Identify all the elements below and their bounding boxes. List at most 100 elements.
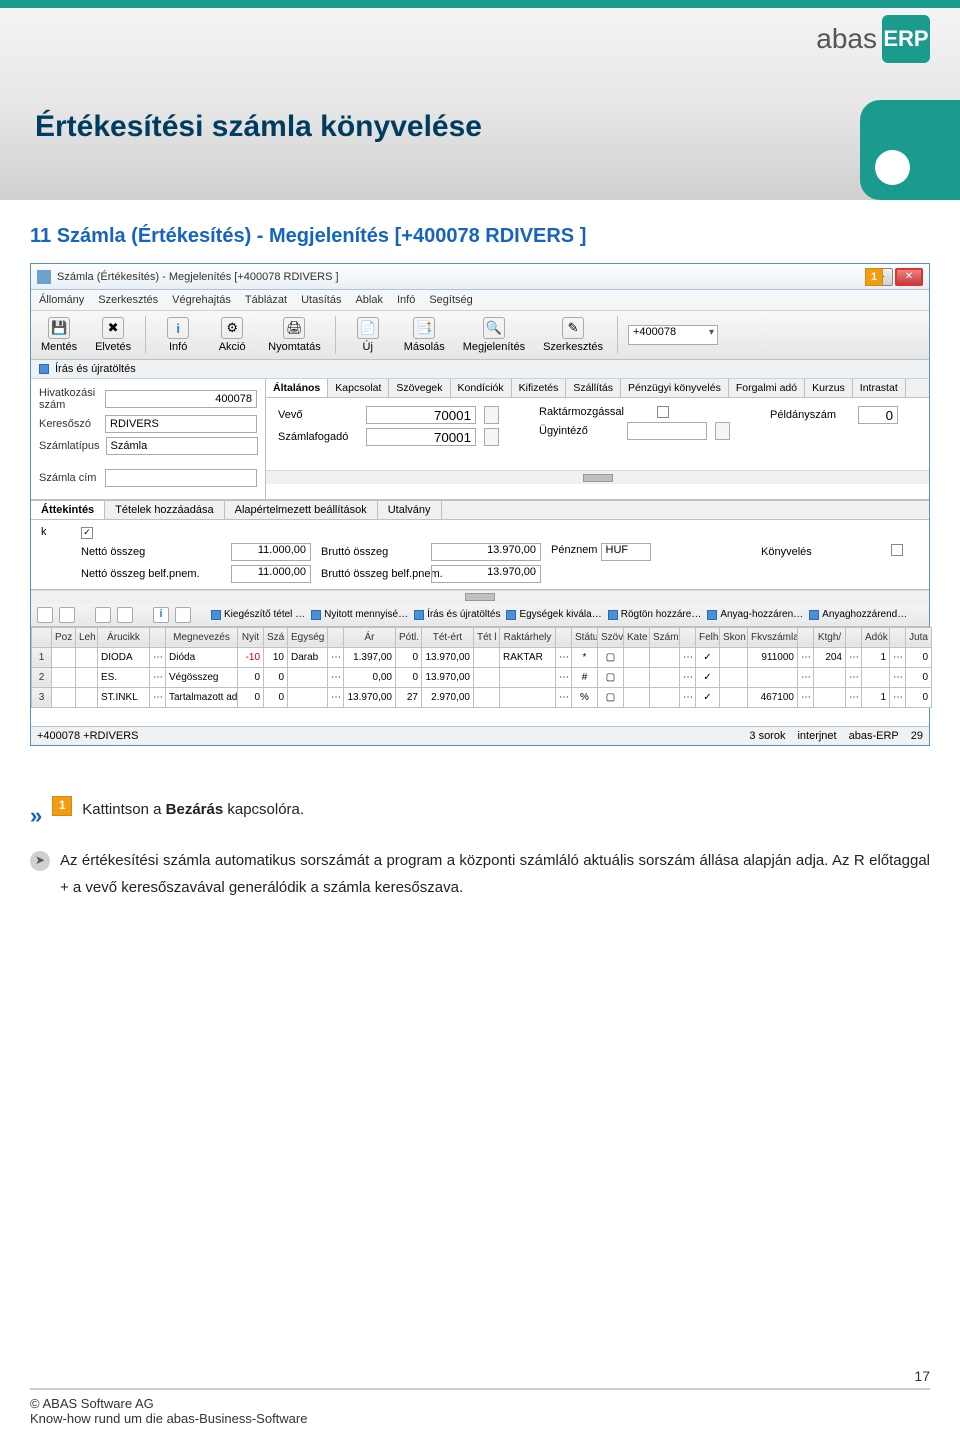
titlebar: Számla (Értékesítés) - Megjelenítés [+40… [31,264,929,290]
discard-icon: ✖ [102,317,124,339]
tab-payment[interactable]: Kifizetés [512,379,567,397]
menu-item[interactable]: Végrehajtás [172,294,231,306]
menu-item[interactable]: Infó [397,294,415,306]
summary-panel: k ✓ Nettó összeg 11.000,00 Bruttó összeg… [31,520,929,590]
tb-action[interactable]: Kiegészítő tétel … [211,609,305,620]
lookup-icon[interactable] [484,428,499,446]
status-num: 29 [911,730,923,742]
close-button[interactable]: ✕ [895,268,923,286]
tb-icon[interactable]: i [153,607,169,623]
tab-contact[interactable]: Kapcsolat [328,379,389,397]
menu-item[interactable]: Utasítás [301,294,341,306]
ugyintezo-input[interactable] [627,422,707,440]
ref-no-input[interactable] [105,390,257,408]
hscrollbar[interactable] [266,470,929,484]
penznem-value: HUF [601,543,651,561]
new-icon: 📄 [357,317,379,339]
netto-label: Nettó összeg [81,546,221,558]
menu-item[interactable]: Állomány [39,294,84,306]
szamlafogado-input[interactable] [366,428,476,446]
menu-item[interactable]: Segítség [429,294,472,306]
menu-item[interactable]: Szerkesztés [98,294,158,306]
copy-button[interactable]: 📑Másolás [400,315,449,355]
menubar: Állomány Szerkesztés Végrehajtás Tábláza… [31,290,929,311]
hscrollbar[interactable] [31,590,929,604]
tab-intrastat[interactable]: Intrastat [853,379,906,397]
tab-voucher[interactable]: Utalvány [378,501,442,519]
gear-icon: ⚙ [221,317,243,339]
side-logo [860,100,960,200]
tab-texts[interactable]: Szövegek [389,379,450,397]
lookup-input[interactable]: +400078 [628,325,718,345]
footer-tagline: Know-how rund um die abas-Business-Softw… [30,1411,930,1426]
tab-conditions[interactable]: Kondíciók [451,379,512,397]
type-label: Számlatípus [39,440,100,452]
search-input[interactable] [105,415,257,433]
tab-delivery[interactable]: Szállítás [566,379,621,397]
tb-action[interactable]: Nyitott mennyisé… [311,609,408,620]
type-input[interactable] [106,437,258,455]
footer: 17 © ABAS Software AG Know-how rund um d… [30,1388,930,1426]
tab-add-items[interactable]: Tételek hozzáadása [105,501,224,519]
raktar-checkbox[interactable] [657,406,669,418]
vevo-label: Vevő [278,409,358,421]
menu-item[interactable]: Ablak [355,294,383,306]
new-button[interactable]: 📄Új [346,315,390,355]
items-grid: PozLehÁrucikk MegnevezésNyitSzáEgység Ár… [31,627,932,708]
inner-tabstrip: Általános Kapcsolat Szövegek Kondíciók K… [266,379,929,398]
tb-action[interactable]: Írás és újratöltés [414,609,500,620]
tb-action[interactable]: Rögtön hozzáre… [608,609,702,620]
tb-icon[interactable] [37,607,53,623]
tb-icon[interactable] [59,607,75,623]
print-icon: 🖨 [283,317,305,339]
callout-marker-1: 1 [865,268,883,286]
right-form-panel: Általános Kapcsolat Szövegek Kondíciók K… [266,379,929,499]
invoice-title-label: Számla cím [39,472,99,484]
info-button[interactable]: iInfó [156,315,200,355]
callout-ref-1: 1 [52,796,72,816]
subbar-label[interactable]: Írás és újratöltés [55,363,136,375]
ref-no-label: Hivatkozási szám [39,387,99,411]
lookup-icon[interactable] [715,422,730,440]
netto-value: 11.000,00 [231,543,311,561]
brutto-belf-label: Bruttó összeg belf.pnem. [321,568,421,580]
lookup-icon[interactable] [484,406,499,424]
tab-financial[interactable]: Pénzügyi könyvelés [621,379,729,397]
table-row[interactable]: 2ES.⋯Végösszeg00⋯0,00013.970,00⋯#▢⋯✓⋯⋯⋯0 [32,667,932,687]
invoice-title-input[interactable] [105,469,257,487]
brutto-label: Bruttó összeg [321,546,421,558]
tb-action[interactable]: Egységek kivála… [506,609,601,620]
tab-rate[interactable]: Kurzus [805,379,853,397]
app-window: Számla (Értékesítés) - Megjelenítés [+40… [30,263,930,746]
action-button[interactable]: ⚙Akció [210,315,254,355]
tb-icon[interactable] [95,607,111,623]
tab-overview[interactable]: Áttekintés [31,501,105,519]
save-icon: 💾 [48,317,70,339]
menu-item[interactable]: Táblázat [245,294,287,306]
peldany-input[interactable] [858,406,898,424]
szamlafogado-label: Számlafogadó [278,431,358,443]
table-row[interactable]: 3ST.INKL⋯Tartalmazott adó00⋯13.970,00272… [32,687,932,707]
subbar-icon [39,364,49,374]
discard-button[interactable]: ✖Elvetés [91,315,135,355]
tab-defaults[interactable]: Alapértelmezett beállítások [225,501,378,519]
save-button[interactable]: 💾Mentés [37,315,81,355]
tb-icon[interactable] [175,607,191,623]
brand-logo: abas ERP [816,15,930,63]
view-button[interactable]: 🔍Megjelenítés [459,315,529,355]
netto-belf-value: 11.000,00 [231,565,311,583]
konyveles-checkbox[interactable] [891,544,903,556]
table-row[interactable]: 1DIODA⋯Dióda-1010Darab⋯1.397,00013.970,0… [32,647,932,667]
k-checkbox[interactable]: ✓ [81,527,93,539]
footer-copyright: © ABAS Software AG [30,1396,930,1411]
tb-icon[interactable] [117,607,133,623]
vevo-input[interactable] [366,406,476,424]
tab-tax[interactable]: Forgalmi adó [729,379,805,397]
section-title: Értékesítési számla könyvelése [35,110,482,144]
tb-action[interactable]: Anyag-hozzáren… [707,609,803,620]
tab-general[interactable]: Általános [266,379,328,397]
tb-action[interactable]: Anyaghozzárend… [809,609,907,620]
netto-belf-label: Nettó összeg belf.pnem. [81,568,221,580]
print-button[interactable]: 🖨Nyomtatás [264,315,325,355]
edit-button[interactable]: ✎Szerkesztés [539,315,607,355]
